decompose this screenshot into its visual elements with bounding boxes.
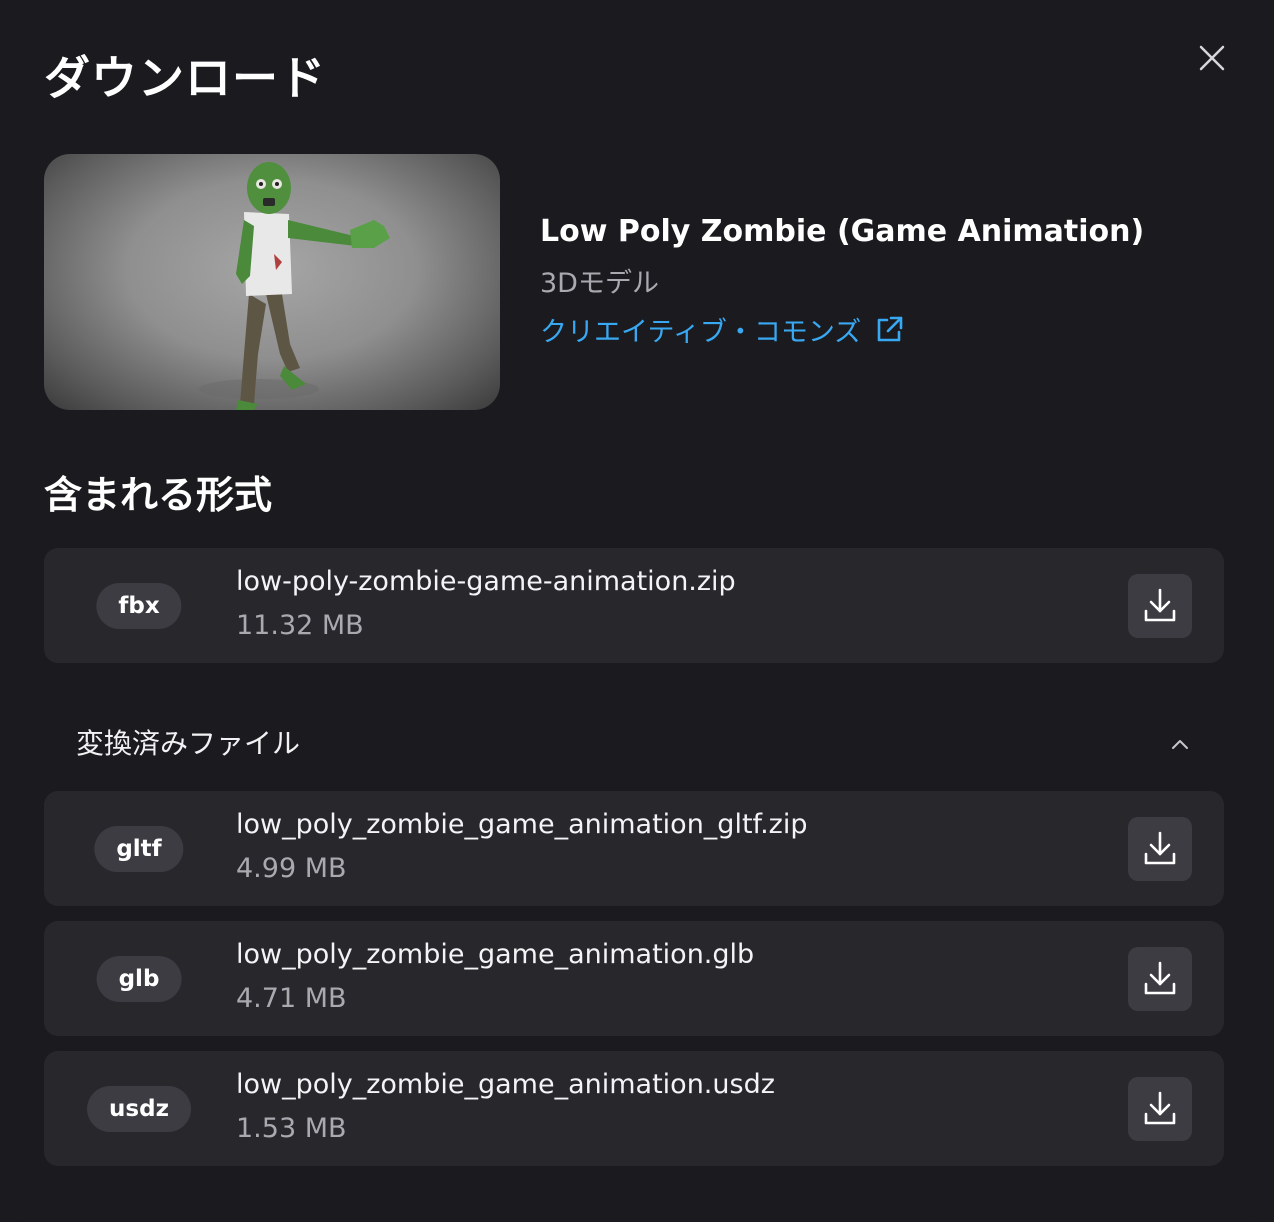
file-size: 11.32 MB: [236, 610, 364, 641]
download-icon: [1144, 588, 1176, 622]
file-name: low_poly_zombie_game_animation.usdz: [236, 1069, 775, 1100]
license-label: クリエイティブ・コモンズ: [540, 317, 862, 348]
format-badge: fbx: [96, 583, 182, 629]
download-button[interactable]: [1128, 817, 1192, 881]
file-size: 1.53 MB: [236, 1113, 347, 1144]
download-button[interactable]: [1128, 574, 1192, 638]
model-type: 3Dモデル: [540, 268, 659, 299]
file-row: gltf low_poly_zombie_game_animation_gltf…: [44, 791, 1224, 906]
close-icon: [1199, 45, 1225, 71]
format-badge: gltf: [94, 826, 184, 872]
file-size: 4.99 MB: [236, 853, 347, 884]
file-name: low_poly_zombie_game_animation_gltf.zip: [236, 809, 808, 840]
file-row: fbx low-poly-zombie-game-animation.zip 1…: [44, 548, 1224, 663]
included-formats-title: 含まれる形式: [44, 473, 273, 517]
download-button[interactable]: [1128, 947, 1192, 1011]
dialog-title: ダウンロード: [44, 51, 326, 105]
converted-files-title: 変換済みファイル: [76, 727, 301, 760]
file-row: glb low_poly_zombie_game_animation.glb 4…: [44, 921, 1224, 1036]
file-name: low-poly-zombie-game-animation.zip: [236, 566, 736, 597]
close-button[interactable]: [1192, 38, 1232, 78]
collapse-toggle[interactable]: [1166, 730, 1194, 758]
file-size: 4.71 MB: [236, 983, 347, 1014]
download-dialog: ダウンロード Low Poly Zombie (Game Animation) …: [0, 0, 1274, 1222]
chevron-up-icon: [1172, 740, 1188, 749]
format-badge: glb: [96, 956, 182, 1002]
download-icon: [1144, 831, 1176, 865]
download-icon: [1144, 961, 1176, 995]
download-button[interactable]: [1128, 1077, 1192, 1141]
model-thumbnail: [44, 154, 500, 410]
file-name: low_poly_zombie_game_animation.glb: [236, 939, 755, 970]
download-icon: [1144, 1091, 1176, 1125]
model-info: Low Poly Zombie (Game Animation) 3Dモデル ク…: [540, 214, 1144, 349]
model-name: Low Poly Zombie (Game Animation): [540, 214, 1145, 249]
license-link[interactable]: クリエイティブ・コモンズ: [540, 310, 1144, 349]
file-row: usdz low_poly_zombie_game_animation.usdz…: [44, 1051, 1224, 1166]
format-badge: usdz: [87, 1086, 191, 1132]
external-link-icon: [878, 316, 903, 341]
